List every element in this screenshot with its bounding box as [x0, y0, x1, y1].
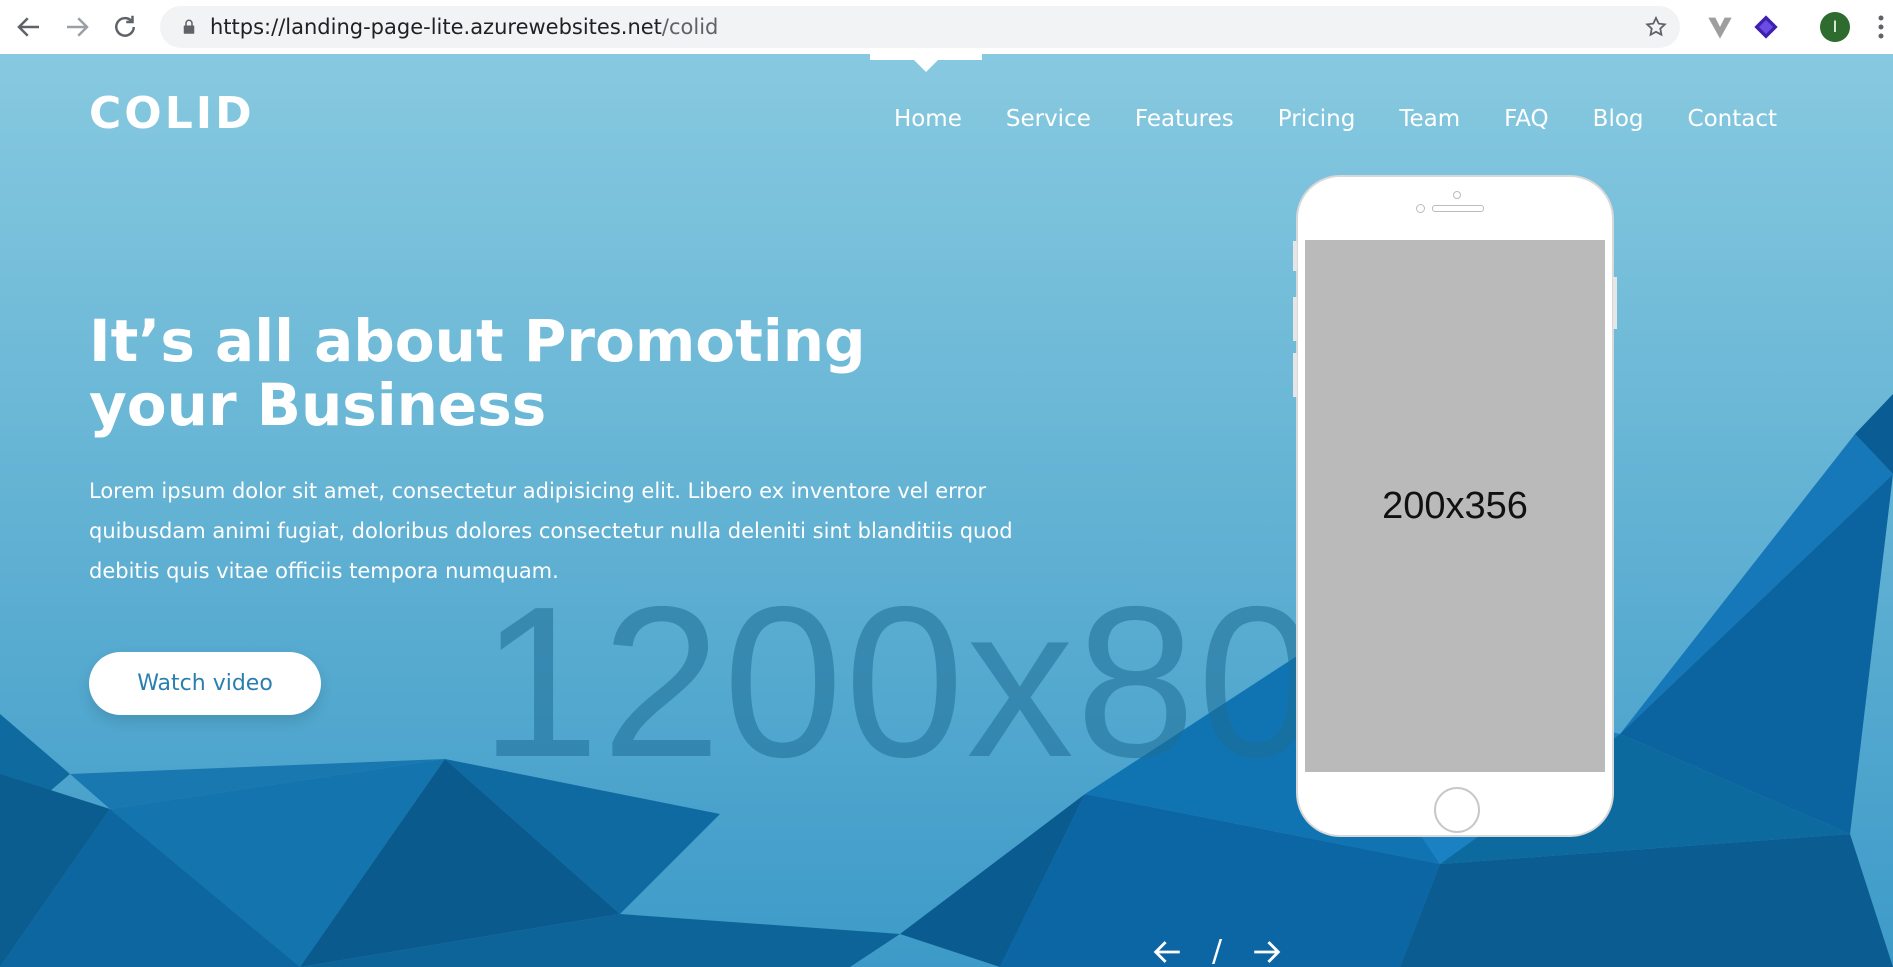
nav-item-pricing[interactable]: Pricing: [1278, 106, 1356, 132]
phone-screen: 200x356: [1305, 240, 1605, 772]
nav-item-blog[interactable]: Blog: [1593, 106, 1644, 132]
slider-separator: /: [1212, 934, 1223, 967]
hero-description: Lorem ipsum dolor sit amet, consectetur …: [89, 479, 1013, 583]
forward-arrow-icon[interactable]: [62, 12, 92, 42]
address-bar[interactable]: https://landing-page-lite.azurewebsites.…: [160, 6, 1680, 48]
hero-headline: It’s all about Promoting your Business: [89, 307, 866, 439]
star-icon[interactable]: [1644, 15, 1668, 39]
nav-item-service[interactable]: Service: [1006, 106, 1091, 132]
site-logo[interactable]: COLID: [89, 88, 255, 139]
hero-section: 1200x80 COLID Home Service Features Pric…: [0, 54, 1893, 967]
url-path: /colid: [661, 15, 719, 39]
phone-mockup: 200x356: [1293, 175, 1617, 837]
phone-placeholder-text: 200x356: [1382, 484, 1528, 527]
nav-item-features[interactable]: Features: [1135, 106, 1234, 132]
phone-sensor: [1416, 204, 1425, 213]
extension-layers-icon[interactable]: [1752, 13, 1780, 41]
arrow-left-icon[interactable]: [1150, 935, 1184, 967]
phone-camera: [1453, 191, 1461, 199]
extension-v-icon[interactable]: [1706, 13, 1734, 41]
url-base: https://landing-page-lite.azurewebsites.…: [210, 15, 662, 39]
watch-video-button[interactable]: Watch video: [89, 652, 321, 715]
lock-icon: [183, 19, 195, 34]
kebab-menu-icon[interactable]: [1876, 14, 1886, 40]
back-arrow-icon[interactable]: [14, 12, 44, 42]
reload-icon[interactable]: [110, 12, 140, 42]
phone-home-button: [1434, 787, 1480, 833]
phone-side-button: [1293, 297, 1297, 341]
main-nav: Home Service Features Pricing Team FAQ B…: [894, 106, 1777, 132]
nav-item-home[interactable]: Home: [894, 106, 962, 132]
phone-speaker: [1432, 205, 1484, 212]
background-placeholder-text: 1200x80: [480, 561, 1319, 802]
phone-side-button: [1293, 241, 1297, 271]
browser-toolbar: https://landing-page-lite.azurewebsites.…: [0, 0, 1893, 55]
nav-item-faq[interactable]: FAQ: [1504, 106, 1549, 132]
nav-item-team[interactable]: Team: [1399, 106, 1460, 132]
phone-side-button: [1293, 353, 1297, 397]
slider-controls: /: [1150, 934, 1284, 967]
active-nav-indicator: [870, 54, 982, 72]
arrow-right-icon[interactable]: [1250, 935, 1284, 967]
nav-item-contact[interactable]: Contact: [1688, 106, 1777, 132]
url-text: https://landing-page-lite.azurewebsites.…: [210, 6, 718, 48]
profile-avatar[interactable]: I: [1820, 12, 1850, 42]
phone-side-button: [1613, 277, 1617, 329]
